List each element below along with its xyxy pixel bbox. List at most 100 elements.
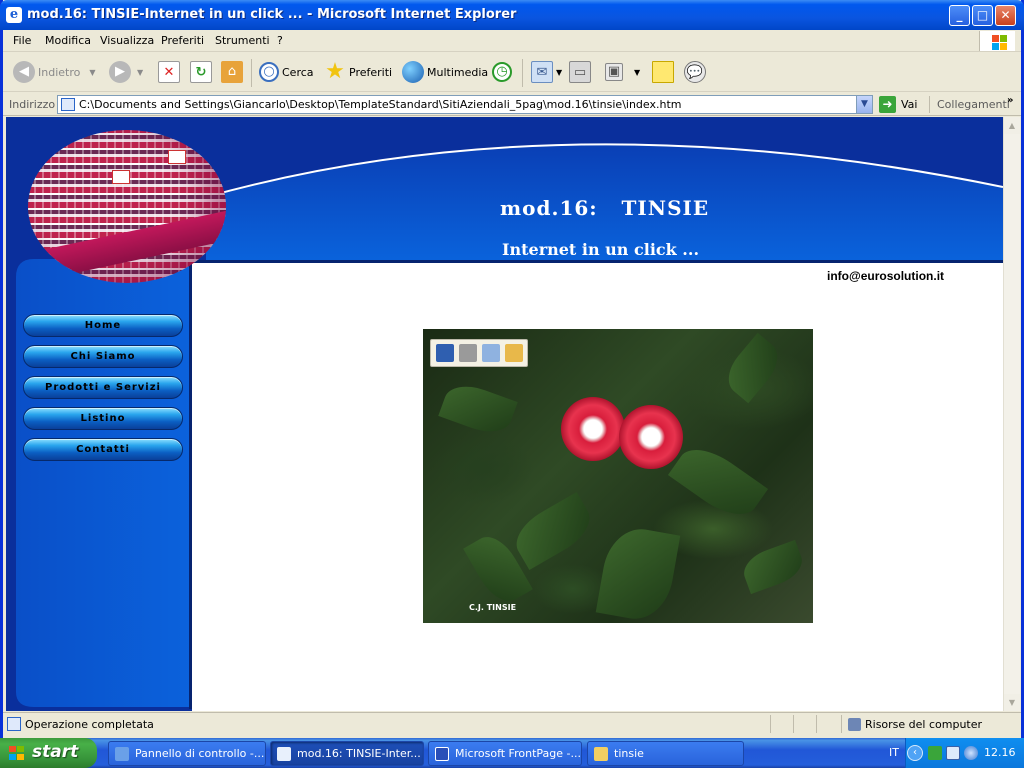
status-bar: Operazione completata Risorse del comput… bbox=[3, 712, 1021, 735]
edit-button[interactable]: ▣ ▼ bbox=[605, 59, 640, 85]
scroll-down-icon[interactable]: ▼ bbox=[1004, 694, 1020, 711]
links-button[interactable]: Collegamenti bbox=[937, 98, 1010, 111]
photo-leaf bbox=[667, 437, 769, 527]
task-control-panel[interactable]: Pannello di controllo -... bbox=[108, 741, 266, 766]
photo-leaf bbox=[507, 491, 599, 571]
task-internet-explorer[interactable]: mod.16: TINSIE-Inter... bbox=[270, 741, 424, 766]
task-folder-tinsie[interactable]: tinsie bbox=[587, 741, 744, 766]
site-subtitle: Internet in un click ... bbox=[502, 240, 700, 259]
stop-button[interactable]: ✕ bbox=[158, 59, 180, 85]
nav-prodotti-servizi[interactable]: Prodotti e Servizi bbox=[23, 376, 183, 399]
favorites-label: Preferiti bbox=[349, 65, 393, 79]
search-label: Cerca bbox=[282, 65, 314, 79]
search-icon: ○ bbox=[259, 62, 279, 82]
ie-task-icon bbox=[277, 746, 291, 761]
network-icon[interactable] bbox=[946, 746, 960, 760]
toolbar-separator bbox=[251, 59, 252, 87]
photo-leaf bbox=[595, 523, 681, 623]
links-more-icon[interactable]: » bbox=[1007, 95, 1013, 106]
mail-icon: ✉ bbox=[531, 61, 553, 83]
vertical-scrollbar[interactable]: ▲ ▼ bbox=[1003, 117, 1020, 711]
go-button[interactable]: ➜ Vai bbox=[879, 96, 917, 113]
save-image-icon[interactable] bbox=[436, 344, 454, 362]
header-photo-shelves bbox=[28, 130, 226, 283]
browser-window: e mod.16: TINSIE-Internet in un click ..… bbox=[0, 0, 1024, 738]
maximize-button[interactable]: □ bbox=[972, 5, 993, 26]
header-photo-tag bbox=[168, 150, 186, 164]
clock: 12.16 bbox=[984, 746, 1016, 759]
control-panel-icon bbox=[115, 746, 129, 761]
nav-listino[interactable]: Listino bbox=[23, 407, 183, 430]
close-button[interactable]: ✕ bbox=[995, 5, 1016, 26]
task-frontpage[interactable]: Microsoft FrontPage -... bbox=[428, 741, 582, 766]
toolbar: ◀ Indietro ▼ ▶ ▼ ✕ ↻ ⌂ ○ Cerca ★ Preferi… bbox=[3, 53, 1021, 92]
sticky-note-icon bbox=[652, 61, 674, 83]
back-dropdown-icon: ▼ bbox=[89, 67, 96, 77]
home-icon: ⌂ bbox=[221, 61, 243, 83]
address-input[interactable]: C:\Documents and Settings\Giancarlo\Desk… bbox=[57, 95, 873, 114]
status-page-icon bbox=[7, 717, 21, 731]
favorites-button[interactable]: ★ Preferiti bbox=[324, 59, 392, 85]
status-divider bbox=[770, 715, 771, 733]
search-button[interactable]: ○ Cerca bbox=[259, 59, 314, 85]
image-toolbar bbox=[430, 339, 528, 367]
menu-modifica[interactable]: Modifica bbox=[45, 34, 91, 47]
address-dropdown-icon[interactable]: ▼ bbox=[856, 96, 872, 113]
language-indicator[interactable]: IT bbox=[889, 746, 899, 759]
refresh-icon: ↻ bbox=[190, 61, 212, 83]
forward-button[interactable]: ▶ ▼ bbox=[109, 59, 143, 85]
media-button[interactable]: Multimedia bbox=[402, 59, 488, 85]
menu-preferiti[interactable]: Preferiti bbox=[161, 34, 204, 47]
edit-dropdown-icon: ▼ bbox=[634, 67, 641, 77]
folder-icon bbox=[594, 746, 608, 761]
mail-dropdown-icon: ▼ bbox=[556, 67, 563, 77]
history-button[interactable]: ◷ bbox=[492, 59, 512, 85]
address-url: C:\Documents and Settings\Giancarlo\Desk… bbox=[79, 98, 682, 111]
task-label: mod.16: TINSIE-Inter... bbox=[297, 747, 421, 760]
contact-email[interactable]: info@eurosolution.it bbox=[827, 269, 944, 283]
nav-chi-siamo[interactable]: Chi Siamo bbox=[23, 345, 183, 368]
flower-right bbox=[619, 405, 683, 469]
photo-leaf bbox=[438, 378, 518, 440]
mail-button[interactable]: ✉ ▼ bbox=[531, 59, 562, 85]
print-button[interactable]: ▭ bbox=[569, 59, 591, 85]
security-zone: Risorse del computer bbox=[848, 718, 982, 731]
folder-image-icon[interactable] bbox=[505, 344, 523, 362]
mail-image-icon[interactable] bbox=[482, 344, 500, 362]
title-bar[interactable]: e mod.16: TINSIE-Internet in un click ..… bbox=[0, 0, 1024, 30]
history-icon: ◷ bbox=[492, 62, 512, 82]
minimize-button[interactable]: _ bbox=[949, 5, 970, 26]
print-image-icon[interactable] bbox=[459, 344, 477, 362]
menu-visualizza[interactable]: Visualizza bbox=[100, 34, 154, 47]
page-icon bbox=[61, 98, 75, 111]
home-button[interactable]: ⌂ bbox=[221, 59, 243, 85]
nav-home[interactable]: Home bbox=[23, 314, 183, 337]
address-bar: Indirizzo C:\Documents and Settings\Gian… bbox=[3, 93, 1021, 116]
start-label: start bbox=[32, 742, 79, 762]
back-button[interactable]: ◀ Indietro ▼ bbox=[13, 59, 96, 85]
photo-caption: C.J. TINSIE bbox=[469, 603, 517, 612]
camellia-photo[interactable]: C.J. TINSIE bbox=[423, 329, 813, 623]
photo-leaf bbox=[719, 332, 787, 404]
frontpage-icon bbox=[435, 746, 449, 761]
task-label: Microsoft FrontPage -... bbox=[455, 747, 581, 760]
header-photo-tag bbox=[112, 170, 130, 184]
menu-file[interactable]: File bbox=[13, 34, 31, 47]
globe-icon[interactable] bbox=[964, 746, 978, 760]
tray-expand-icon[interactable]: ‹ bbox=[907, 745, 923, 761]
messenger-button[interactable]: 💬 bbox=[684, 59, 706, 85]
menu-strumenti[interactable]: Strumenti bbox=[215, 34, 270, 47]
menu-help[interactable]: ? bbox=[277, 34, 283, 47]
photo-leaf bbox=[738, 539, 808, 595]
nav-contatti[interactable]: Contatti bbox=[23, 438, 183, 461]
links-separator bbox=[929, 96, 930, 113]
printer-icon: ▭ bbox=[569, 61, 591, 83]
start-button[interactable]: start bbox=[0, 738, 97, 768]
ie-icon: e bbox=[6, 7, 22, 23]
media-globe-icon bbox=[402, 61, 424, 83]
tray-app-icon[interactable] bbox=[928, 746, 942, 760]
star-icon: ★ bbox=[325, 59, 345, 84]
scroll-up-icon[interactable]: ▲ bbox=[1004, 117, 1020, 134]
notes-button[interactable] bbox=[652, 59, 674, 85]
refresh-button[interactable]: ↻ bbox=[190, 59, 212, 85]
